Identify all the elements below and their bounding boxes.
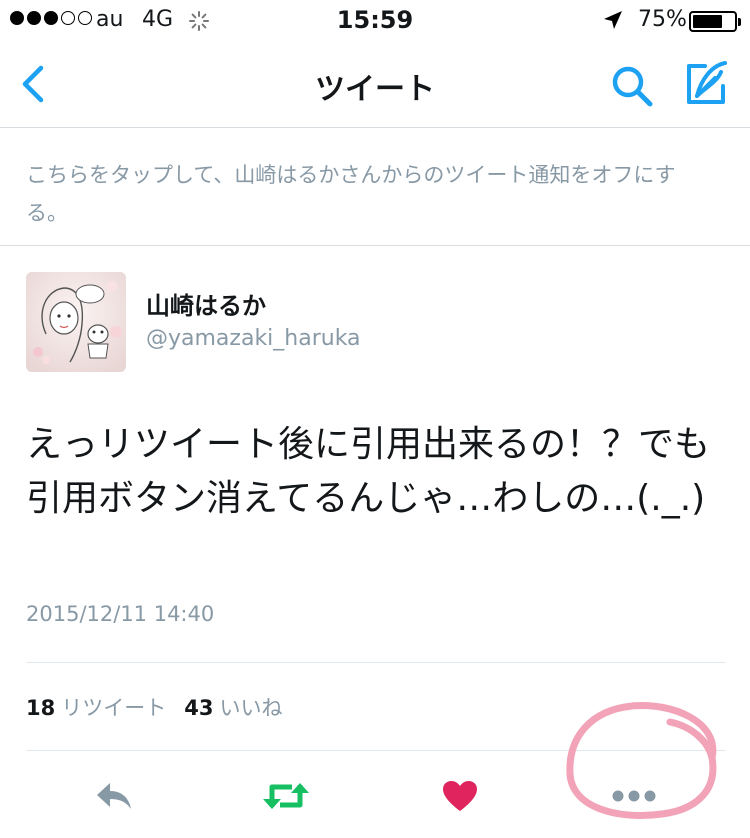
author-display-name[interactable]: 山崎はるか bbox=[146, 286, 266, 321]
retweet-button[interactable] bbox=[262, 774, 310, 818]
compose-tweet-icon bbox=[687, 61, 727, 104]
search-button[interactable] bbox=[608, 62, 656, 110]
retweet-icon bbox=[263, 783, 309, 809]
author-handle[interactable]: @yamazaki_haruka bbox=[146, 326, 361, 351]
status-bar: au 4G 15:59 75% bbox=[0, 0, 750, 40]
more-dots-icon bbox=[612, 790, 656, 802]
like-button[interactable] bbox=[436, 774, 484, 818]
compose-tweet-button[interactable] bbox=[681, 58, 731, 108]
notification-notice[interactable]: こちらをタップして、山崎はるかさんからのツイート通知をオフにする。 bbox=[0, 128, 750, 246]
avatar-illustration bbox=[26, 272, 126, 372]
location-arrow-icon bbox=[604, 11, 622, 29]
tweet-stats: 18 リツイート 43 いいね bbox=[26, 692, 300, 722]
reply-icon bbox=[97, 783, 131, 809]
divider bbox=[26, 750, 726, 751]
more-options-button[interactable] bbox=[610, 774, 658, 818]
divider bbox=[26, 662, 726, 663]
avatar[interactable] bbox=[26, 272, 126, 372]
like-count[interactable]: 43 bbox=[184, 696, 213, 720]
search-icon bbox=[612, 66, 653, 107]
battery-icon bbox=[689, 11, 741, 32]
navigation-bar: ツイート bbox=[0, 40, 750, 128]
tweet-detail-screen: au 4G 15:59 75% ツイート こちらをタップして、山崎はるかさんから… bbox=[0, 0, 750, 838]
reply-button[interactable] bbox=[90, 774, 138, 818]
battery-percent: 75% bbox=[638, 7, 687, 32]
retweet-count-label[interactable]: リツイート bbox=[61, 696, 166, 720]
heart-icon bbox=[443, 781, 477, 811]
tweet-text: えっリツイート後に引用出来るの！？でも引用ボタン消えてるんじゃ…わしの…(._.… bbox=[26, 424, 711, 519]
tweet-timestamp: 2015/12/11 14:40 bbox=[26, 602, 215, 626]
notice-text: こちらをタップして、山崎はるかさんからのツイート通知をオフにする。 bbox=[26, 163, 676, 225]
retweet-count[interactable]: 18 bbox=[26, 696, 55, 720]
like-count-label[interactable]: いいね bbox=[219, 696, 282, 720]
